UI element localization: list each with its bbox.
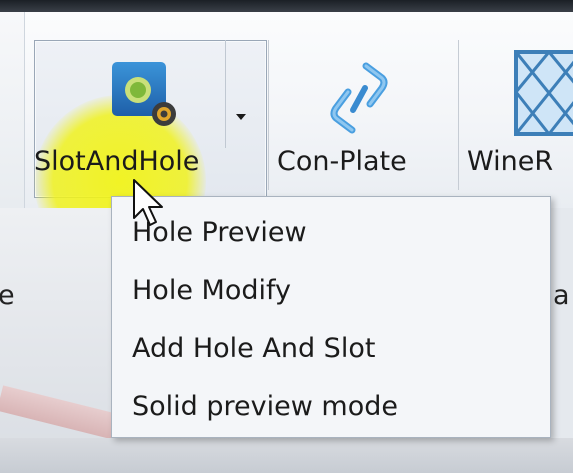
window-top-edge xyxy=(0,0,573,12)
mouse-pointer-icon xyxy=(133,179,163,226)
con-plate-button[interactable]: Con-Plate xyxy=(277,146,407,178)
slot-and-hole-dropdown-menu: Hole Preview Hole Modify Add Hole And Sl… xyxy=(111,196,551,438)
partial-label-right: a xyxy=(553,280,570,311)
ribbon-left-edge xyxy=(0,12,25,208)
wine-rack-icon[interactable] xyxy=(514,50,573,136)
slot-and-hole-icon xyxy=(112,62,176,126)
menu-item-solid-preview-mode[interactable]: Solid preview mode xyxy=(132,385,532,429)
workspace-right xyxy=(551,208,573,473)
ribbon-separator xyxy=(458,40,459,190)
slot-and-hole-label: SlotAndHole xyxy=(34,146,200,177)
menu-item-hole-modify[interactable]: Hole Modify xyxy=(132,269,532,313)
menu-item-add-hole-and-slot[interactable]: Add Hole And Slot xyxy=(132,327,532,371)
partial-label-left: e xyxy=(0,280,15,311)
ribbon-separator xyxy=(268,40,269,190)
menu-item-hole-preview[interactable]: Hole Preview xyxy=(132,211,532,255)
chain-link-icon[interactable] xyxy=(326,58,392,138)
workspace-bottom xyxy=(0,438,573,473)
split-button-divider xyxy=(225,40,226,148)
dropdown-arrow-icon[interactable] xyxy=(236,114,246,120)
wine-rack-button[interactable]: WineR xyxy=(467,146,553,178)
